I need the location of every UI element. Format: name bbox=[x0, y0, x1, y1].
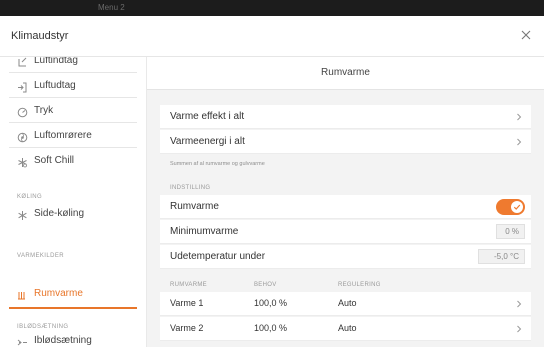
heater-demand: 100,0 % bbox=[254, 298, 288, 308]
column-header-rumvarme: RUMVARME bbox=[170, 282, 207, 288]
divider bbox=[9, 122, 137, 123]
heater-icon bbox=[17, 288, 28, 300]
sidebar-item-label: Luftomrørere bbox=[34, 130, 92, 141]
section-heading-heat-sources: VARMEKILDER bbox=[17, 253, 64, 259]
chevron-right-icon bbox=[516, 325, 522, 333]
rumvarme-toggle[interactable] bbox=[496, 199, 525, 215]
background-window-titlebar: Menu 2 bbox=[0, 0, 544, 16]
section-heading-cooling: KØLING bbox=[17, 194, 43, 200]
row-udetemperatur: Udetemperatur under -5,0 °C bbox=[160, 245, 531, 269]
row-label: Udetemperatur under bbox=[170, 251, 266, 262]
sidebar-item-iblodsaetning[interactable]: Iblødsætning bbox=[0, 331, 146, 347]
divider bbox=[9, 97, 137, 98]
divider bbox=[9, 147, 137, 148]
column-header-regulering: REGULERING bbox=[338, 282, 381, 288]
settings-heading: INDSTILLING bbox=[170, 185, 211, 191]
dialog-header: Klimaudstyr bbox=[0, 16, 544, 57]
sidebar-item-label: Iblødsætning bbox=[34, 335, 92, 346]
sidebar-item-tryk[interactable]: Tryk bbox=[0, 101, 146, 121]
row-varme-effekt[interactable]: Varme effekt i alt bbox=[160, 105, 531, 129]
sidebar-item-label: Tryk bbox=[34, 105, 54, 116]
sidebar-item-luftomrorere[interactable]: Luftomrørere bbox=[0, 126, 146, 146]
sidebar-item-label: Luftindtag bbox=[34, 57, 78, 66]
sidebar-item-luftudtag[interactable]: Luftudtag bbox=[0, 76, 146, 96]
air-intake-icon bbox=[17, 57, 28, 67]
pressure-icon bbox=[17, 105, 28, 118]
sidebar-item-luftindtag[interactable]: Luftindtag bbox=[0, 57, 146, 71]
udetemperatur-input[interactable]: -5,0 °C bbox=[478, 249, 525, 264]
row-rumvarme-toggle: Rumvarme bbox=[160, 195, 531, 219]
panel-title: Rumvarme bbox=[321, 67, 370, 78]
panel-header: Rumvarme bbox=[147, 57, 544, 90]
heater-name: Varme 2 bbox=[170, 323, 204, 333]
sidebar-item-rumvarme[interactable]: Rumvarme bbox=[0, 284, 146, 304]
row-minimumvarme: Minimumvarme 0 % bbox=[160, 220, 531, 244]
table-row[interactable]: Varme 1 100,0 % Auto bbox=[160, 292, 531, 316]
background-window-title: Menu 2 bbox=[98, 3, 125, 12]
row-label: Varme effekt i alt bbox=[170, 111, 245, 122]
summary-note: Summen af al rumvarme og gulvvarme bbox=[170, 161, 265, 167]
soft-chill-icon bbox=[17, 155, 28, 168]
sidebar-item-side-koling[interactable]: Side-køling bbox=[0, 204, 146, 224]
chevron-right-icon bbox=[516, 138, 522, 146]
dialog-title: Klimaudstyr bbox=[11, 30, 69, 42]
row-label: Rumvarme bbox=[170, 201, 219, 212]
row-label: Varmeenergi i alt bbox=[170, 136, 245, 147]
table-row[interactable]: Varme 2 100,0 % Auto bbox=[160, 317, 531, 341]
chevron-right-icon bbox=[516, 113, 522, 121]
spray-icon bbox=[17, 335, 28, 346]
heater-demand: 100,0 % bbox=[254, 323, 288, 333]
fan-icon bbox=[17, 130, 28, 143]
divider bbox=[9, 72, 137, 73]
sidebar: Luftindtag Luftudtag Tryk Luftomrørere S… bbox=[0, 57, 147, 347]
active-item-indicator bbox=[9, 307, 137, 309]
close-icon[interactable] bbox=[519, 28, 533, 42]
heater-regulation: Auto bbox=[338, 298, 357, 308]
chevron-right-icon bbox=[516, 300, 522, 308]
row-label: Minimumvarme bbox=[170, 226, 239, 237]
air-outlet-icon bbox=[17, 80, 28, 93]
section-heading-soaking: IBLØDSÆTNING bbox=[17, 324, 69, 330]
heater-name: Varme 1 bbox=[170, 298, 204, 308]
sidebar-item-soft-chill[interactable]: Soft Chill bbox=[0, 151, 146, 171]
content-panel: Rumvarme Varme effekt i alt Varmeenergi … bbox=[147, 57, 544, 347]
minimumvarme-input[interactable]: 0 % bbox=[496, 224, 525, 239]
column-header-behov: BEHOV bbox=[254, 282, 277, 288]
snowflake-icon bbox=[17, 208, 28, 220]
toggle-knob bbox=[511, 201, 523, 213]
row-varmeenergi[interactable]: Varmeenergi i alt bbox=[160, 130, 531, 154]
sidebar-item-label: Luftudtag bbox=[34, 80, 76, 91]
sidebar-item-label: Soft Chill bbox=[34, 155, 75, 166]
sidebar-item-label: Rumvarme bbox=[34, 288, 83, 299]
heater-regulation: Auto bbox=[338, 323, 357, 333]
sidebar-item-label: Side-køling bbox=[34, 208, 85, 219]
klimaudstyr-dialog: Klimaudstyr Luftindtag Luftudtag Tryk Lu… bbox=[0, 16, 544, 347]
